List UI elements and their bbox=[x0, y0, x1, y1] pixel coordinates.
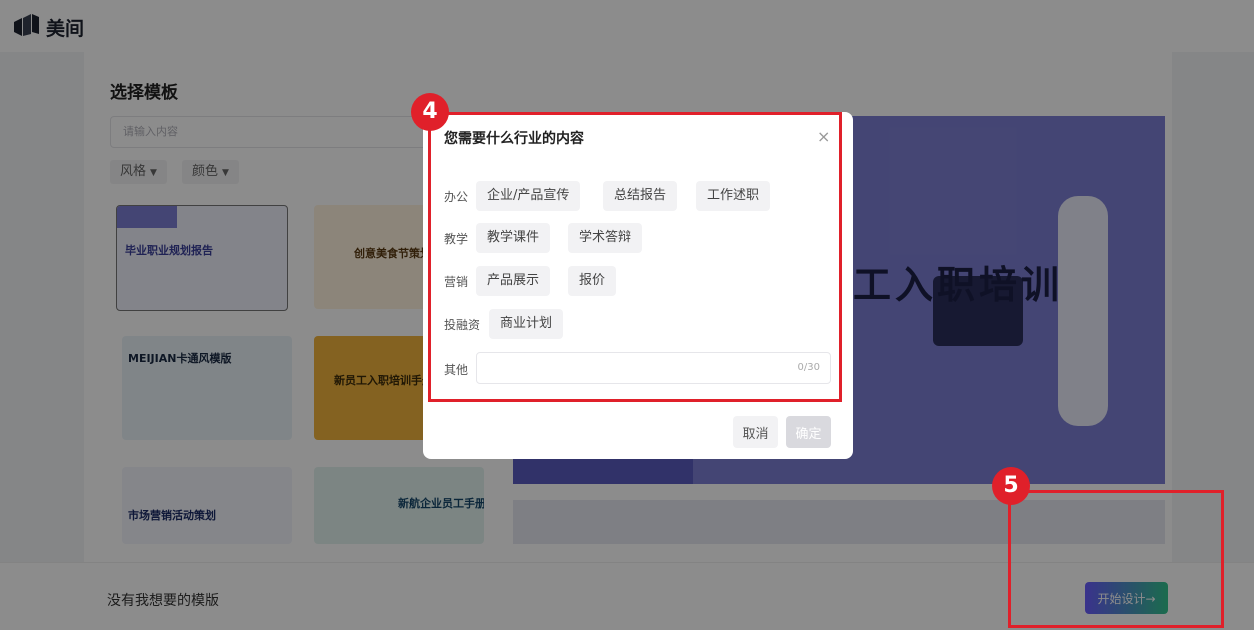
annotation-box-5 bbox=[1008, 490, 1224, 628]
annotation-badge-4: 4 bbox=[411, 93, 449, 131]
confirm-button[interactable]: 确定 bbox=[786, 416, 831, 448]
annotation-badge-5: 5 bbox=[992, 467, 1030, 505]
cancel-button[interactable]: 取消 bbox=[733, 416, 778, 448]
annotation-box-4 bbox=[428, 112, 842, 402]
